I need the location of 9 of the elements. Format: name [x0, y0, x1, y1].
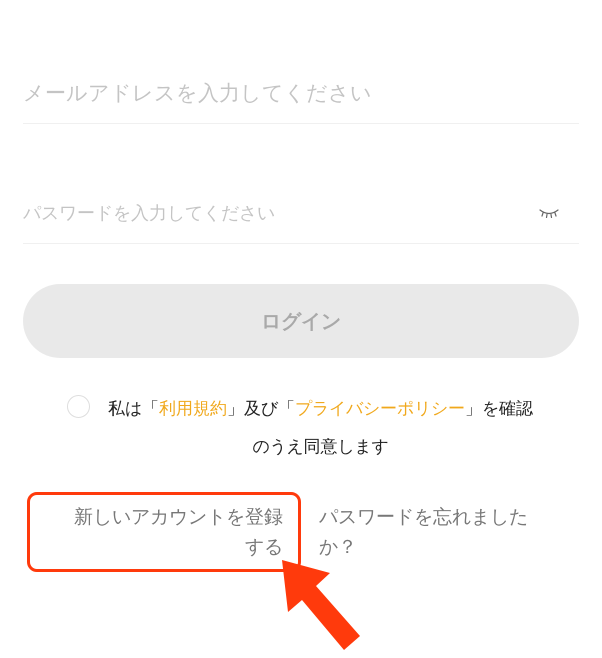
agreement-text: 私は「利用規約」及び「プライバシーポリシー」を確認のうえ同意します — [108, 398, 533, 459]
link[interactable]: 利用規約 — [159, 399, 227, 419]
closed-eye-icon[interactable] — [539, 208, 559, 218]
checkbox[interactable] — [67, 395, 90, 418]
register-link[interactable]: 新しいアカウントを登録する — [68, 502, 283, 562]
forgot-password-link[interactable]: パスワードを忘れましたか？ — [319, 502, 534, 562]
link[interactable]: プライバシーポリシー — [295, 399, 465, 419]
password-field[interactable]: パスワードを入力してください — [23, 202, 539, 224]
email-field[interactable]: メールアドレスを入力してください — [23, 81, 579, 105]
